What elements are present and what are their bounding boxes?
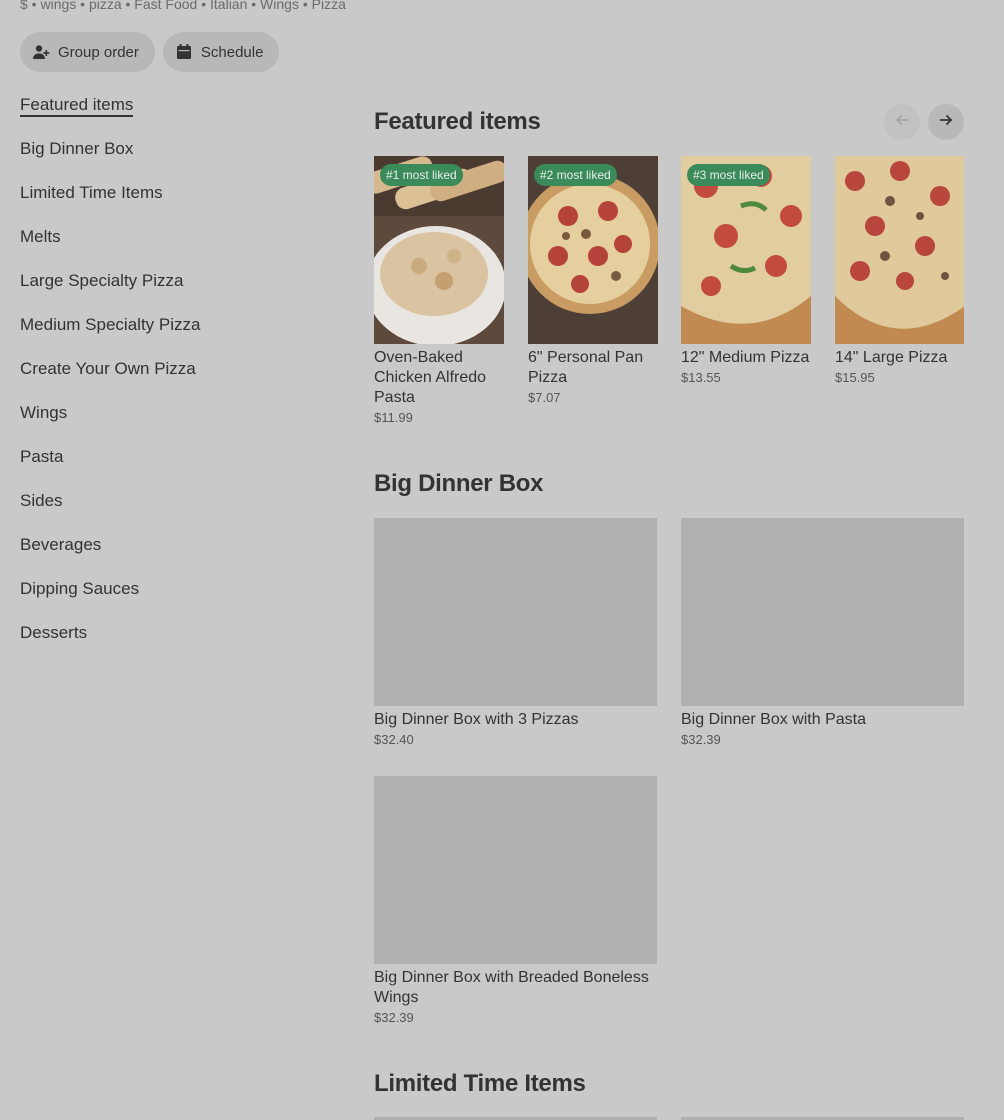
featured-item-price: $11.99 xyxy=(374,410,413,425)
sidebar-item-desserts[interactable]: Desserts xyxy=(20,622,320,666)
carousel-controls xyxy=(884,104,964,140)
group-order-label: Group order xyxy=(58,43,139,61)
sidebar-item-pasta[interactable]: Pasta xyxy=(20,446,320,490)
menu-item-image-placeholder xyxy=(374,776,657,964)
featured-item-name: 12" Medium Pizza xyxy=(681,349,810,366)
limited-time-items-title: Limited Time Items xyxy=(374,1070,586,1097)
menu-item-price: $32.40 xyxy=(374,732,414,747)
sidebar-item-wings[interactable]: Wings xyxy=(20,402,320,446)
featured-item-card[interactable]: #1 most liked Oven-Baked Chicken Alfredo… xyxy=(374,156,504,425)
most-liked-badge: #1 most liked xyxy=(380,164,463,186)
sidebar-item-sides[interactable]: Sides xyxy=(20,490,320,534)
featured-items-title: Featured items xyxy=(374,108,541,135)
menu-main: Featured items #1 most liked Oven-Baked … xyxy=(374,0,1004,1120)
menu-item-card[interactable]: Big Dinner Box with Breaded Boneless Win… xyxy=(374,776,657,1025)
menu-item-price: $32.39 xyxy=(374,1010,414,1025)
pasta-breadsticks-image: #1 most liked xyxy=(374,156,504,344)
most-liked-badge: #2 most liked xyxy=(534,164,617,186)
featured-item-card[interactable]: 14" Large Pizza $15.95 xyxy=(835,156,964,385)
sidebar-item-limited-time-items[interactable]: Limited Time Items xyxy=(20,182,320,226)
menu-item-card[interactable]: Big Dinner Box with 3 Pizzas $32.40 xyxy=(374,518,657,747)
featured-item-price: $7.07 xyxy=(528,390,561,405)
sidebar-item-featured-items[interactable]: Featured items xyxy=(20,94,320,138)
arrow-right-icon xyxy=(937,111,955,134)
sidebar-item-melts[interactable]: Melts xyxy=(20,226,320,270)
menu-item-name: Big Dinner Box with 3 Pizzas xyxy=(374,711,579,728)
sidebar-item-big-dinner-box[interactable]: Big Dinner Box xyxy=(20,138,320,182)
featured-item-price: $13.55 xyxy=(681,370,721,385)
featured-item-name: 14" Large Pizza xyxy=(835,349,948,366)
featured-item-card[interactable]: #3 most liked 12" Medium Pizza $13.55 xyxy=(681,156,811,385)
pepperoni-pepper-pizza-image: #3 most liked xyxy=(681,156,811,344)
pepperoni-sausage-pizza-image: #2 most liked xyxy=(528,156,658,344)
sidebar-item-beverages[interactable]: Beverages xyxy=(20,534,320,578)
store-actions: Group order Schedule xyxy=(20,32,280,72)
big-dinner-box-title: Big Dinner Box xyxy=(374,470,544,497)
sidebar-item-medium-specialty-pizza[interactable]: Medium Specialty Pizza xyxy=(20,314,320,358)
arrow-left-icon xyxy=(893,111,911,134)
menu-item-name: Big Dinner Box with Pasta xyxy=(681,711,866,728)
sidebar-item-dipping-sauces[interactable]: Dipping Sauces xyxy=(20,578,320,622)
schedule-label: Schedule xyxy=(200,43,264,61)
supreme-pizza-image xyxy=(835,156,964,344)
menu-item-price: $32.39 xyxy=(681,732,721,747)
menu-item-card[interactable]: Big Dinner Box with Pasta $32.39 xyxy=(681,518,964,747)
menu-item-name: Big Dinner Box with Breaded Boneless Win… xyxy=(374,969,649,1006)
featured-carousel: #1 most liked Oven-Baked Chicken Alfredo… xyxy=(374,156,964,446)
sidebar-item-large-specialty-pizza[interactable]: Large Specialty Pizza xyxy=(20,270,320,314)
carousel-prev-button[interactable] xyxy=(884,104,920,140)
category-sidebar: Featured items Big Dinner Box Limited Ti… xyxy=(20,94,320,666)
calendar-icon xyxy=(175,43,193,61)
featured-item-card[interactable]: #2 most liked 6" Personal Pan Pizza $7.0… xyxy=(528,156,658,405)
group-order-button[interactable]: Group order xyxy=(20,32,155,72)
add-person-icon xyxy=(32,43,50,61)
sidebar-item-create-your-own-pizza[interactable]: Create Your Own Pizza xyxy=(20,358,320,402)
most-liked-badge: #3 most liked xyxy=(687,164,770,186)
schedule-button[interactable]: Schedule xyxy=(162,32,280,72)
carousel-next-button[interactable] xyxy=(928,104,964,140)
featured-item-name: 6" Personal Pan Pizza xyxy=(528,349,644,386)
featured-item-name: Oven-Baked Chicken Alfredo Pasta xyxy=(374,349,487,406)
store-tagline: $ • wings • pizza • Fast Food • Italian … xyxy=(20,0,346,12)
menu-item-image-placeholder xyxy=(681,518,964,706)
menu-item-image-placeholder xyxy=(374,518,657,706)
featured-item-price: $15.95 xyxy=(835,370,875,385)
